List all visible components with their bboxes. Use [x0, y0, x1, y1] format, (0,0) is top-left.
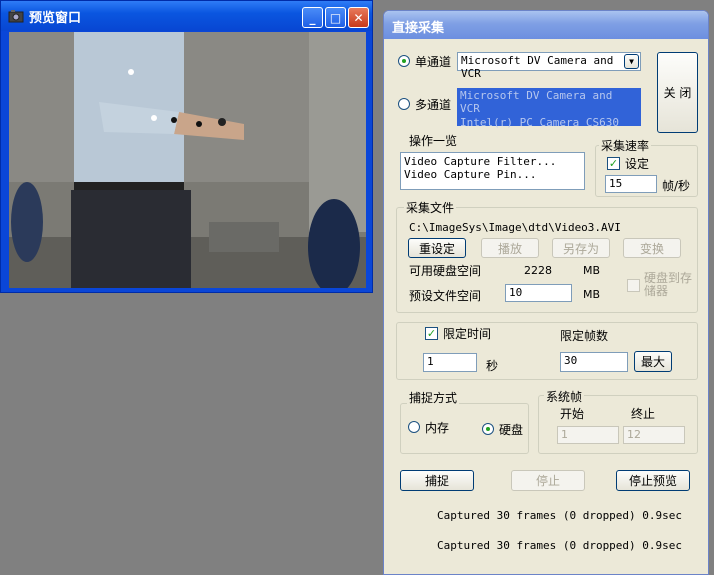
time-input[interactable]: 1	[423, 353, 477, 372]
operations-list[interactable]: Video Capture Filter... Video Capture Pi…	[400, 152, 585, 190]
memory-label: 内存	[425, 421, 450, 435]
preset-size-label: 预设文件空间	[409, 289, 482, 303]
preset-size-input[interactable]: 10	[505, 284, 572, 302]
disk-label: 硬盘	[499, 423, 524, 437]
end-frame-spinner[interactable]: 12	[623, 426, 685, 444]
free-space-label: 可用硬盘空间	[409, 264, 482, 278]
close-icon: ✕	[353, 10, 364, 25]
memory-radio[interactable]	[408, 421, 420, 433]
max-button[interactable]: 最大	[634, 351, 672, 372]
limit-time-checkbox[interactable]: ✓	[425, 327, 438, 340]
dialog-title: 直接采集	[392, 21, 445, 36]
status-line-2: Captured 30 frames (0 dropped) 0.9sec	[437, 539, 683, 552]
free-space-value: 2228	[524, 264, 552, 277]
device-select-value: Microsoft DV Camera and VCR	[461, 54, 614, 80]
camera-icon	[8, 9, 24, 23]
device-list-item[interactable]: Microsoft DV Camera and VCR	[457, 88, 641, 116]
operations-list-item[interactable]: Video Capture Filter...	[404, 155, 581, 168]
single-channel-radio[interactable]	[398, 55, 410, 67]
start-frame-value: 1	[561, 428, 568, 441]
status-line-1: Captured 30 frames (0 dropped) 0.9sec	[437, 509, 683, 522]
maximize-icon: □	[329, 10, 342, 25]
limit-time-label: 限定时间	[443, 327, 492, 341]
disk-to-memory-label: 硬盘到存储器	[644, 271, 693, 298]
multi-channel-radio[interactable]	[398, 98, 410, 110]
operations-list-item[interactable]: Video Capture Pin...	[404, 168, 581, 181]
capture-mode-group-label: 捕捉方式	[407, 389, 460, 406]
set-rate-label: 设定	[625, 157, 650, 171]
minimize-icon: _	[309, 10, 316, 25]
preview-title: 预览窗口	[29, 11, 82, 26]
capture-file-group-label: 采集文件	[404, 199, 457, 216]
free-space-unit: MB	[583, 264, 601, 277]
play-button[interactable]: 播放	[481, 238, 539, 258]
preview-window: 预览窗口 _ □ ✕	[0, 0, 373, 293]
start-label: 开始	[560, 407, 585, 421]
start-frame-spinner[interactable]: 1	[557, 426, 619, 444]
fps-input[interactable]: 15	[605, 175, 657, 193]
video-preview-image	[9, 32, 366, 288]
device-select[interactable]: Microsoft DV Camera and VCR ▼	[457, 52, 641, 80]
capture-rate-group-label: 采集速率	[599, 137, 652, 154]
minimize-button[interactable]: _	[302, 7, 323, 28]
limit-frames-label: 限定帧数	[560, 329, 609, 343]
convert-button[interactable]: 变换	[623, 238, 681, 258]
disk-to-memory-checkbox[interactable]	[627, 279, 640, 292]
file-path: C:\ImageSys\Image\dtd\Video3.AVI	[409, 221, 621, 234]
reset-button[interactable]: 重设定	[408, 238, 466, 258]
close-window-button[interactable]: ✕	[348, 7, 369, 28]
set-rate-checkbox[interactable]: ✓	[607, 157, 620, 170]
time-unit: 秒	[486, 359, 499, 373]
frames-input[interactable]: 30	[560, 352, 628, 372]
maximize-button[interactable]: □	[325, 7, 346, 28]
disk-radio[interactable]	[482, 423, 494, 435]
close-button[interactable]: 关 闭	[657, 52, 698, 133]
operations-label: 操作一览	[409, 134, 458, 148]
device-list-item[interactable]: Intel(r) PC Camera CS630	[457, 116, 641, 129]
end-label: 终止	[631, 407, 656, 421]
device-listbox[interactable]: Microsoft DV Camera and VCR Intel(r) PC …	[457, 88, 641, 129]
system-frame-group-label: 系统帧	[544, 388, 585, 405]
save-as-button[interactable]: 另存为	[552, 238, 610, 258]
fps-unit: 帧/秒	[662, 179, 691, 193]
multi-channel-label: 多通道	[415, 98, 452, 112]
capture-dialog: 直接采集 单通道 Microsoft DV Camera and VCR ▼ 多…	[383, 10, 709, 575]
chevron-down-icon[interactable]: ▼	[624, 54, 639, 69]
end-frame-value: 12	[627, 428, 641, 441]
stop-button[interactable]: 停止	[511, 470, 585, 491]
capture-button[interactable]: 捕捉	[400, 470, 474, 491]
preset-size-unit: MB	[583, 288, 601, 301]
single-channel-label: 单通道	[415, 55, 452, 69]
stop-preview-button[interactable]: 停止预览	[616, 470, 690, 491]
